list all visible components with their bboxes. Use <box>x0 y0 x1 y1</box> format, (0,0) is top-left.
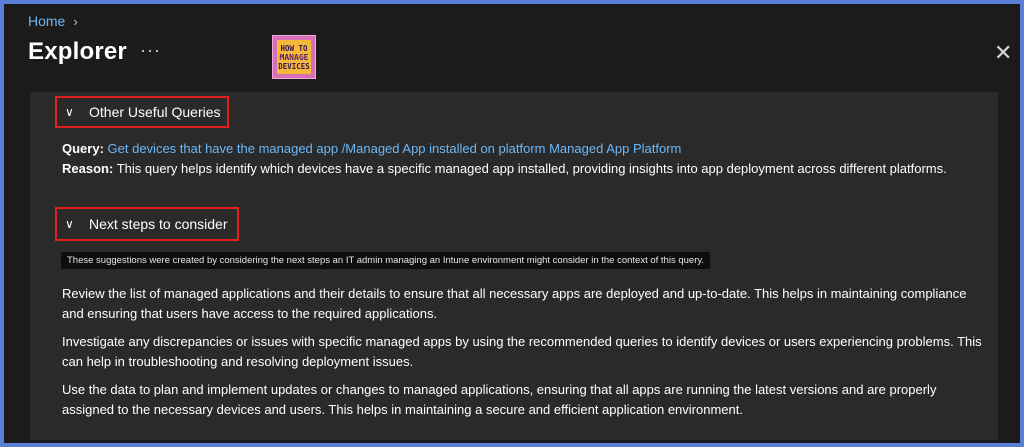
results-panel: ∨ Other Useful Queries Query: Get device… <box>30 92 998 440</box>
chevron-down-icon: ∨ <box>65 105 74 119</box>
next-step-paragraph: Review the list of managed applications … <box>62 286 967 321</box>
how-to-manage-devices-logo: HOW TO MANAGE DEVICES <box>272 35 316 79</box>
query-line: Query: Get devices that have the managed… <box>62 141 681 156</box>
page-title: Explorer <box>28 38 127 65</box>
logo-line2: MANAGE <box>279 53 309 62</box>
reason-label: Reason: <box>62 161 114 176</box>
breadcrumb-home-link[interactable]: Home <box>28 13 65 29</box>
next-steps-toggle[interactable]: ∨ Next steps to consider <box>55 207 239 241</box>
breadcrumb: Home › <box>28 13 78 29</box>
explorer-window: Home › Explorer ··· HOW TO MANAGE DEVICE… <box>4 4 1020 443</box>
query-label: Query: <box>62 141 104 156</box>
logo-line3: DEVICES <box>278 62 310 71</box>
other-useful-queries-toggle[interactable]: ∨ Other Useful Queries <box>55 96 229 128</box>
chevron-down-icon: ∨ <box>65 217 74 231</box>
next-step-paragraph: Use the data to plan and implement updat… <box>62 382 937 417</box>
next-step-paragraph: Investigate any discrepancies or issues … <box>62 334 982 369</box>
next-steps-label: Next steps to consider <box>89 216 228 232</box>
ai-disclaimer-note: These suggestions were created by consid… <box>61 252 711 269</box>
query-link[interactable]: Get devices that have the managed app /M… <box>108 141 682 156</box>
close-icon[interactable]: ✕ <box>994 42 1012 64</box>
reason-text: This query helps identify which devices … <box>116 161 947 176</box>
more-icon[interactable]: ··· <box>140 40 161 61</box>
other-useful-queries-label: Other Useful Queries <box>89 104 221 120</box>
chevron-right-icon: › <box>73 13 78 29</box>
logo-line1: HOW TO <box>280 44 308 53</box>
reason-line: Reason: This query helps identify which … <box>62 159 962 179</box>
